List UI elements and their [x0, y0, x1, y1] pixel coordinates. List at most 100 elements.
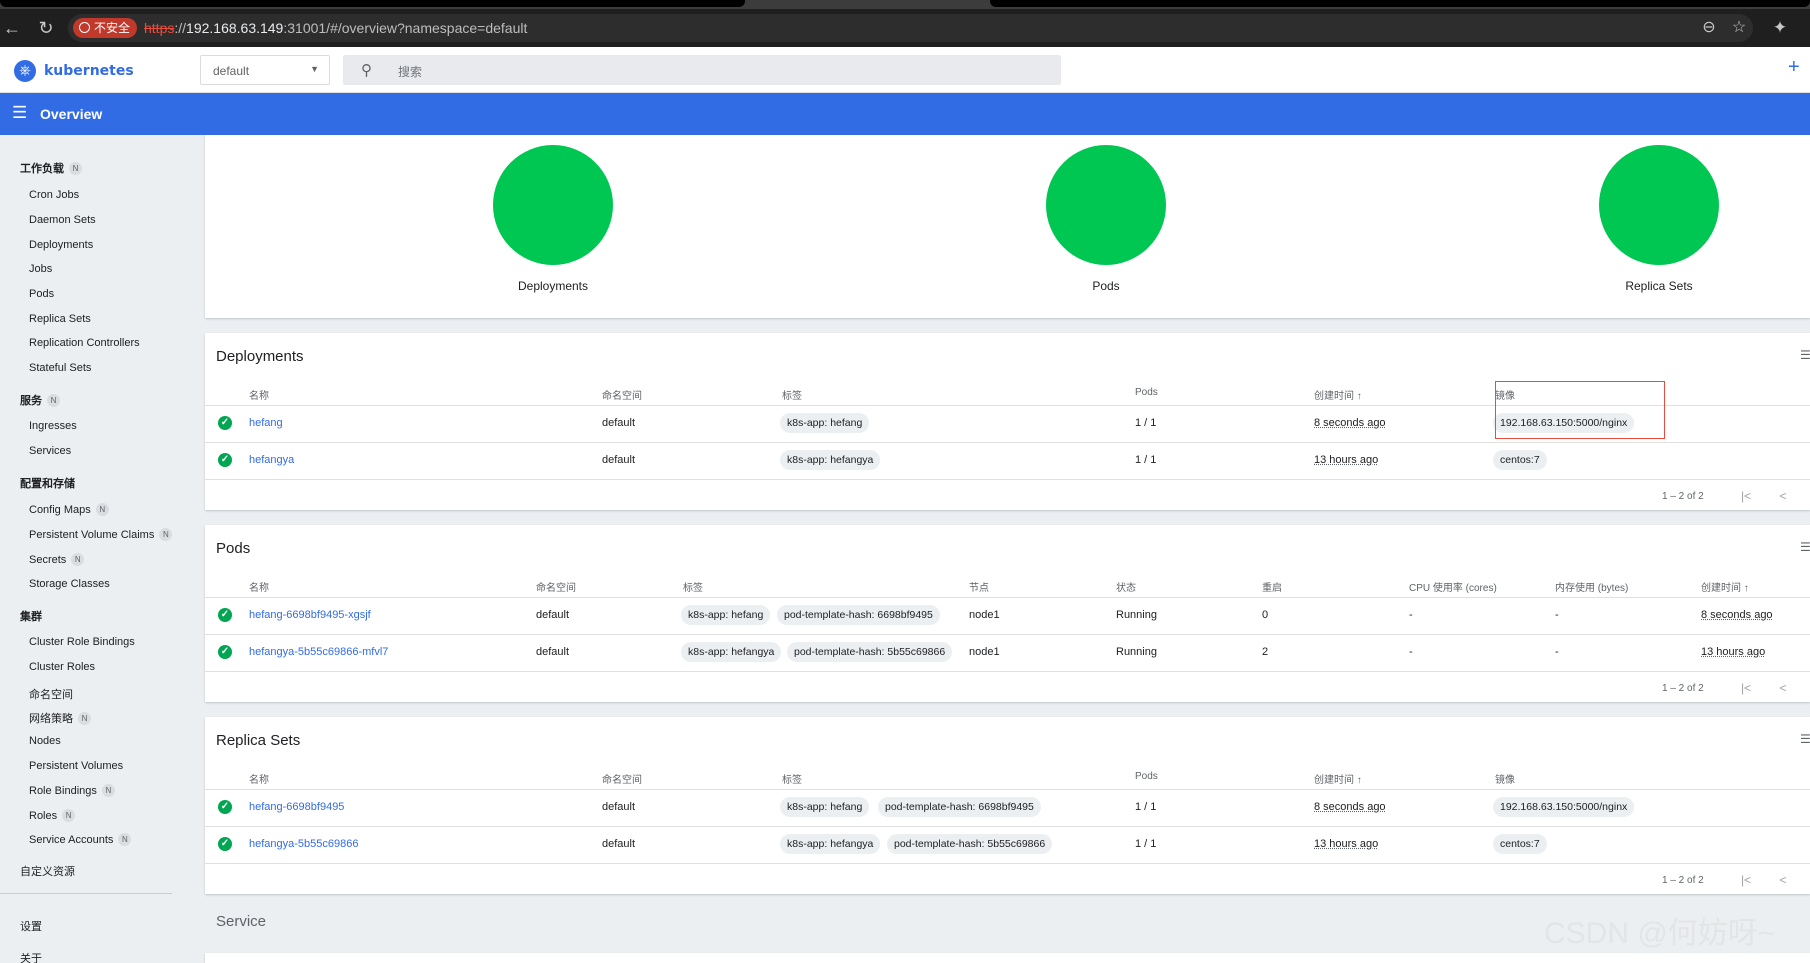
- sidebar-item-deployments[interactable]: Deployments: [29, 239, 93, 251]
- zoom-icon[interactable]: ⊖: [1699, 18, 1719, 38]
- column-header[interactable]: 内存使用 (bytes): [1555, 579, 1628, 594]
- column-header[interactable]: 命名空间: [536, 579, 576, 594]
- sidebar-item-pvc[interactable]: Persistent Volume Claims N: [29, 528, 173, 541]
- image-chip: 192.168.63.150:5000/nginx: [1493, 797, 1635, 817]
- sidebar-item-ingresses[interactable]: Ingresses: [29, 420, 77, 432]
- filter-icon[interactable]: ☰: [1800, 348, 1810, 362]
- filter-icon[interactable]: ☰: [1800, 732, 1810, 746]
- create-button[interactable]: +: [1788, 57, 1800, 77]
- restarts-cell: 0: [1262, 609, 1269, 621]
- sidebar-item-stateful-sets[interactable]: Stateful Sets: [29, 362, 91, 374]
- first-page-icon[interactable]: |<: [1738, 873, 1754, 887]
- sidebar-item-settings[interactable]: 设置: [20, 918, 42, 934]
- column-header[interactable]: 镜像: [1495, 771, 1515, 786]
- pod-name-link[interactable]: hefang-6698bf9495-xgsjf: [249, 609, 371, 621]
- column-header[interactable]: 创建时间 ↑: [1701, 579, 1749, 594]
- deployment-name-link[interactable]: hefangya: [249, 454, 294, 466]
- prev-page-icon[interactable]: <: [1775, 681, 1791, 695]
- status-ok-icon: ✓: [218, 453, 232, 467]
- extensions-icon[interactable]: ✦: [1770, 18, 1790, 38]
- menu-icon[interactable]: ☰: [12, 104, 27, 122]
- namespace-cell: default: [602, 801, 636, 813]
- first-page-icon[interactable]: |<: [1738, 489, 1754, 503]
- new-badge: N: [95, 503, 109, 516]
- search-icon: ⚲: [361, 62, 372, 79]
- bookmark-star-icon[interactable]: ☆: [1729, 18, 1749, 38]
- column-header[interactable]: 标签: [782, 771, 802, 786]
- column-header[interactable]: 名称: [249, 579, 269, 594]
- sidebar-item-nodes[interactable]: Nodes: [29, 735, 61, 747]
- column-header[interactable]: 重启: [1262, 579, 1282, 594]
- column-header[interactable]: 命名空间: [602, 771, 642, 786]
- status-chart-pods[interactable]: Pods: [956, 145, 1256, 293]
- sidebar-item-role-bindings[interactable]: Role Bindings N: [29, 784, 115, 797]
- not-secure-badge[interactable]: 不安全: [73, 18, 138, 38]
- browser-tab[interactable]: [0, 0, 745, 7]
- column-header[interactable]: 标签: [683, 579, 703, 594]
- column-header[interactable]: 节点: [969, 579, 989, 594]
- column-header[interactable]: CPU 使用率 (cores): [1409, 579, 1497, 594]
- new-badge: N: [159, 528, 173, 541]
- pod-name-link[interactable]: hefangya-5b55c69866-mfvl7: [249, 646, 388, 658]
- sidebar-item-namespaces[interactable]: 命名空间: [29, 686, 73, 702]
- nav-section-workloads[interactable]: 工作负载 N: [20, 160, 82, 176]
- nav-section-config-storage[interactable]: 配置和存储: [20, 475, 75, 491]
- status-ok-icon: ✓: [218, 645, 232, 659]
- kubernetes-logo[interactable]: ⎈ kubernetes: [14, 60, 134, 82]
- namespace-cell: default: [602, 454, 636, 466]
- sidebar-item-custom-resources[interactable]: 自定义资源: [20, 863, 75, 879]
- sidebar-item-replication-controllers[interactable]: Replication Controllers: [29, 337, 140, 349]
- column-header[interactable]: 创建时间 ↑: [1314, 771, 1362, 786]
- column-header[interactable]: 标签: [782, 387, 802, 402]
- label-chip: k8s-app: hefang: [780, 413, 870, 433]
- created-time: 8 seconds ago: [1701, 609, 1773, 621]
- column-header[interactable]: 创建时间 ↑: [1314, 387, 1362, 402]
- column-header[interactable]: Pods: [1135, 771, 1158, 782]
- nav-section-cluster[interactable]: 集群: [20, 608, 42, 624]
- column-header[interactable]: 命名空间: [602, 387, 642, 402]
- sidebar-item-roles[interactable]: Roles N: [29, 809, 76, 822]
- omnibox[interactable]: 不安全 https://192.168.63.149:31001/#/overv…: [68, 14, 1753, 42]
- status-chart-deployments[interactable]: Deployments: [403, 145, 703, 293]
- divider: [205, 826, 1810, 827]
- deployment-name-link[interactable]: hefang: [249, 417, 283, 429]
- url-text[interactable]: https://192.168.63.149:31001/#/overview?…: [144, 20, 527, 36]
- sidebar-item-replica-sets[interactable]: Replica Sets: [29, 313, 91, 325]
- column-header[interactable]: 名称: [249, 771, 269, 786]
- sidebar-item-jobs[interactable]: Jobs: [29, 263, 52, 275]
- sidebar-item-services[interactable]: Services: [29, 445, 71, 457]
- reload-icon[interactable]: ↻: [36, 18, 56, 38]
- column-header[interactable]: 名称: [249, 387, 269, 402]
- sidebar-item-config-maps[interactable]: Config Maps N: [29, 503, 109, 516]
- replica-set-name-link[interactable]: hefang-6698bf9495: [249, 801, 344, 813]
- status-chart-replica-sets[interactable]: Replica Sets: [1509, 145, 1809, 293]
- sidebar-item-pods[interactable]: Pods: [29, 288, 54, 300]
- dropdown-caret-icon: ▼: [310, 64, 319, 74]
- sidebar-item-about[interactable]: 关于: [20, 950, 42, 963]
- sidebar-item-cron-jobs[interactable]: Cron Jobs: [29, 189, 79, 201]
- prev-page-icon[interactable]: <: [1775, 489, 1791, 503]
- column-header[interactable]: Pods: [1135, 387, 1158, 398]
- sidebar-item-service-accounts[interactable]: Service Accounts N: [29, 833, 132, 846]
- nav-section-service[interactable]: 服务 N: [20, 392, 60, 408]
- sidebar-item-storage-classes[interactable]: Storage Classes: [29, 578, 110, 590]
- first-page-icon[interactable]: |<: [1738, 681, 1754, 695]
- replica-set-name-link[interactable]: hefangya-5b55c69866: [249, 838, 358, 850]
- namespace-cell: default: [536, 646, 570, 658]
- page-toolbar: ☰ Overview: [0, 93, 1810, 135]
- back-icon[interactable]: ←: [2, 18, 22, 38]
- sidebar-item-secrets[interactable]: Secrets N: [29, 553, 85, 566]
- column-header[interactable]: 状态: [1116, 579, 1136, 594]
- prev-page-icon[interactable]: <: [1775, 873, 1791, 887]
- sidebar-item-cluster-role-bindings[interactable]: Cluster Role Bindings: [29, 636, 135, 648]
- filter-icon[interactable]: ☰: [1800, 540, 1810, 554]
- sort-ascending-icon: ↑: [1356, 391, 1362, 402]
- search-input[interactable]: ⚲ 搜索: [343, 55, 1061, 85]
- sidebar-item-persistent-volumes[interactable]: Persistent Volumes: [29, 760, 123, 772]
- sidebar-item-cluster-roles[interactable]: Cluster Roles: [29, 661, 95, 673]
- browser-tab[interactable]: [990, 0, 1810, 7]
- label-chip: pod-template-hash: 5b55c69866: [887, 834, 1053, 854]
- namespace-select[interactable]: default ▼: [200, 55, 330, 85]
- sidebar-item-network-policies[interactable]: 网络策略 N: [29, 710, 91, 726]
- sidebar-item-daemon-sets[interactable]: Daemon Sets: [29, 214, 96, 226]
